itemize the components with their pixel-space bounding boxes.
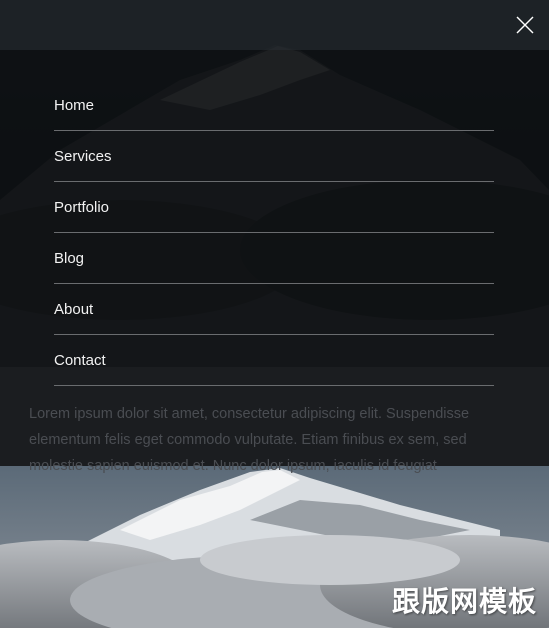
nav-item-portfolio[interactable]: Portfolio	[54, 182, 494, 233]
nav-item-blog[interactable]: Blog	[54, 233, 494, 284]
nav-item-home[interactable]: Home	[54, 80, 494, 131]
nav-item-contact[interactable]: Contact	[54, 335, 494, 386]
nav-item-label: Home	[54, 96, 95, 114]
close-menu-button[interactable]	[515, 15, 535, 35]
nav-item-services[interactable]: Services	[54, 131, 494, 182]
nav-item-label: About	[54, 300, 94, 318]
body-paragraph: Lorem ipsum dolor sit amet, consectetur …	[29, 406, 470, 474]
main-navigation: Home Services Portfolio Blog About Conta…	[54, 80, 494, 386]
nav-item-label: Blog	[54, 249, 85, 267]
nav-item-label: Contact	[54, 351, 106, 369]
close-x-icon	[516, 16, 534, 34]
menu-top-bar	[0, 0, 549, 50]
nav-item-about[interactable]: About	[54, 284, 494, 335]
watermark-logo: 跟版网模板	[391, 585, 537, 618]
nav-item-label: Portfolio	[54, 198, 110, 216]
nav-item-label: Services	[54, 147, 112, 165]
